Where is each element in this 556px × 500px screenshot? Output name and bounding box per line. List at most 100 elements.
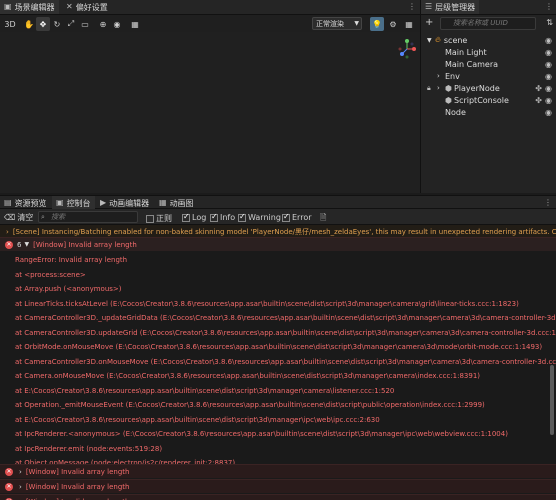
tab-scene-editor[interactable]: ▣ 场景编辑器 xyxy=(0,0,59,14)
tab-animation-editor[interactable]: ▶ 动画编辑器 xyxy=(96,196,153,210)
error-icon: ✕ xyxy=(5,240,13,249)
scrollbar[interactable] xyxy=(550,365,554,435)
pivot-icon[interactable]: ⊕ xyxy=(96,17,110,31)
animation-editor-icon: ▶ xyxy=(100,198,107,207)
warning-checkbox[interactable]: Warning xyxy=(238,212,281,222)
rect-tool-icon[interactable]: ▭ xyxy=(78,17,92,31)
eye-icon[interactable]: ◉ xyxy=(545,60,552,69)
tree-node-scene[interactable]: ▼ 🔥︎ scene ◉ xyxy=(421,34,556,46)
stack-trace-line[interactable]: at <process:scene> xyxy=(0,268,556,282)
error-checkbox[interactable]: Error xyxy=(282,212,312,222)
stack-trace-text: at Camera.onMouseMove (E:\Cocos\Creator\… xyxy=(15,372,481,380)
eye-icon[interactable]: ◉ xyxy=(545,48,552,57)
axis-gizmo-icon[interactable] xyxy=(396,38,418,60)
checkbox-box xyxy=(182,212,190,222)
tab-hierarchy[interactable]: ☰ 层级管理器 xyxy=(421,0,480,14)
scene-viewport[interactable] xyxy=(0,32,420,193)
stack-trace-line[interactable]: at E:\Cocos\Creator\3.8.6\resources\app.… xyxy=(0,413,556,427)
hierarchy-panel: ☰ 层级管理器 ⋮ + ⌕ 搜索名称或 UUID ⇅ ▼ 🔥︎ scene ◉ … xyxy=(420,0,556,193)
chevron-down-icon[interactable]: ▼ xyxy=(24,241,29,248)
collapsed-error-row[interactable]: ✕›[Window] Invalid array length xyxy=(0,464,556,478)
stack-trace-text: at E:\Cocos\Creator\3.8.6\resources\app.… xyxy=(15,386,395,395)
scene-fire-icon: 🔥︎ xyxy=(435,35,441,44)
rotate-tool-icon[interactable]: ↻ xyxy=(50,17,64,31)
error-label: Error xyxy=(292,213,312,222)
bottom-menu-icon[interactable]: ⋮ xyxy=(544,198,552,207)
regex-label: 正则 xyxy=(156,214,172,223)
stack-trace-text: at LinearTicks.ticksAtLevel (E:\Cocos\Cr… xyxy=(15,299,519,308)
chevron-right-icon[interactable]: › xyxy=(19,468,22,476)
tree-node-label: PlayerNode xyxy=(453,83,500,93)
chevron-right-icon[interactable]: › xyxy=(437,84,445,92)
lock-icon[interactable]: 🔒︎ xyxy=(427,84,437,93)
hand-tool-icon[interactable]: ✋ xyxy=(22,17,36,31)
stack-trace-line[interactable]: at LinearTicks.ticksAtLevel (E:\Cocos\Cr… xyxy=(0,297,556,311)
snap-icon[interactable]: ▦ xyxy=(128,17,142,31)
chevron-down-icon[interactable]: ▼ xyxy=(427,37,435,44)
tab-preferences[interactable]: ✕ 偏好设置 xyxy=(62,0,112,14)
stack-trace-line[interactable]: at Array.push (<anonymous>) xyxy=(0,282,556,296)
tools-icon: ✕ xyxy=(66,2,73,11)
collapsed-error-row[interactable]: ✕›[Window] Invalid array length xyxy=(0,479,556,493)
tab-console[interactable]: ▣ 控制台 xyxy=(52,196,95,210)
stack-trace-line[interactable]: at OrbitMode.onMouseMove (E:\Cocos\Creat… xyxy=(0,340,556,354)
console-search-input[interactable]: 搜索 xyxy=(38,211,138,223)
error-title: [Window] Invalid array length xyxy=(25,467,130,476)
tab-scene-editor-label: 场景编辑器 xyxy=(14,2,55,12)
stack-trace-line[interactable]: at IpcRenderer.<anonymous> (E:\Cocos\Cre… xyxy=(0,427,556,441)
stack-trace-line[interactable]: at Camera.onMouseMove (E:\Cocos\Creator\… xyxy=(0,369,556,383)
eye-icon[interactable]: ◉ xyxy=(545,36,552,45)
open-log-file-icon[interactable]: 🗎︎ xyxy=(320,212,326,226)
stack-trace-line[interactable]: at Operation._emitMouseEvent (E:\Cocos\C… xyxy=(0,398,556,412)
stack-trace-line[interactable]: at CameraController3D.onMouseMove (E:\Co… xyxy=(0,355,556,369)
scene-view-options-icon[interactable]: ▦ xyxy=(402,17,416,31)
local-global-icon[interactable]: ◉ xyxy=(110,17,124,31)
move-tool-icon[interactable]: ✥ xyxy=(36,17,50,31)
scene-settings-icon[interactable]: ⚙ xyxy=(386,17,400,31)
hierarchy-toolbar: + ⌕ 搜索名称或 UUID ⇅ xyxy=(421,15,556,32)
tree-node-label: ScriptConsole xyxy=(453,95,509,105)
console-error-row[interactable]: ✕ 6 ▼ [Window] Invalid array length xyxy=(0,237,556,251)
add-node-icon[interactable]: + xyxy=(425,17,433,28)
stack-trace-line[interactable]: at CameraController3D._updateGridData (E… xyxy=(0,311,556,325)
chevron-right-icon[interactable]: › xyxy=(19,483,22,491)
regex-checkbox[interactable]: 正则 xyxy=(146,213,172,224)
tab-animation-graph[interactable]: ▦ 动画图 xyxy=(155,196,198,210)
scene-toolbar: 3D ✋ ✥ ↻ ⤢ ▭ ⊕ ◉ ▦ 正常渲染 ▼ 💡 ⚙ ▦ xyxy=(0,15,420,32)
stack-trace-line[interactable]: at IpcRenderer.emit (node:events:519:28) xyxy=(0,442,556,456)
stack-trace-text: at Array.push (<anonymous>) xyxy=(15,285,122,293)
eye-icon[interactable]: ◉ xyxy=(545,96,552,105)
tab-asset-preview[interactable]: ▤ 资源预览 xyxy=(0,196,51,210)
hierarchy-search-input[interactable]: 搜索名称或 UUID xyxy=(440,17,536,30)
tree-node-playernode[interactable]: 🔒︎ › ⬢ PlayerNode ✤ ◉ xyxy=(421,82,556,94)
tree-node-scriptconsole[interactable]: ⬢ ScriptConsole ✤ ◉ xyxy=(421,94,556,106)
light-toggle-icon[interactable]: 💡 xyxy=(370,17,384,31)
chevron-right-icon[interactable]: › xyxy=(6,228,9,236)
tree-node-env[interactable]: › Env ◉ xyxy=(421,70,556,82)
tree-node-label: Node xyxy=(445,107,466,117)
menu-icon[interactable]: ⋮ xyxy=(408,2,416,11)
scene-editor-icon: ▣ xyxy=(4,2,12,11)
tree-node-node[interactable]: Node ◉ xyxy=(421,106,556,118)
stack-trace-line[interactable]: at CameraController3D.updateGrid (E:\Coc… xyxy=(0,326,556,340)
tree-node-main-camera[interactable]: Main Camera ◉ xyxy=(421,58,556,70)
hierarchy-menu-icon[interactable]: ⋮ xyxy=(545,2,553,11)
clear-button[interactable]: ⌫ 清空 xyxy=(4,212,33,223)
eye-icon[interactable]: ◉ xyxy=(545,108,552,117)
chevron-right-icon[interactable]: › xyxy=(437,72,445,80)
eye-icon[interactable]: ◉ xyxy=(545,72,552,81)
stack-trace-line[interactable]: RangeError: Invalid array length xyxy=(0,253,556,267)
render-mode-select[interactable]: 正常渲染 ▼ xyxy=(312,17,362,30)
stack-trace-text: at CameraController3D.onMouseMove (E:\Co… xyxy=(15,357,556,366)
log-checkbox[interactable]: Log xyxy=(182,212,207,222)
collapse-all-icon[interactable]: ⇅ xyxy=(546,18,553,27)
mode-3d-toggle[interactable]: 3D xyxy=(2,17,18,31)
info-label: Info xyxy=(220,213,236,222)
eye-icon[interactable]: ◉ xyxy=(545,84,552,93)
info-checkbox[interactable]: Info xyxy=(210,212,236,222)
tree-node-main-light[interactable]: Main Light ◉ xyxy=(421,46,556,58)
log-label: Log xyxy=(192,213,207,222)
stack-trace-line[interactable]: at E:\Cocos\Creator\3.8.6\resources\app.… xyxy=(0,384,556,398)
scale-tool-icon[interactable]: ⤢ xyxy=(64,17,78,31)
collapsed-error-row[interactable]: ✕›[Window] Invalid array length xyxy=(0,494,556,500)
